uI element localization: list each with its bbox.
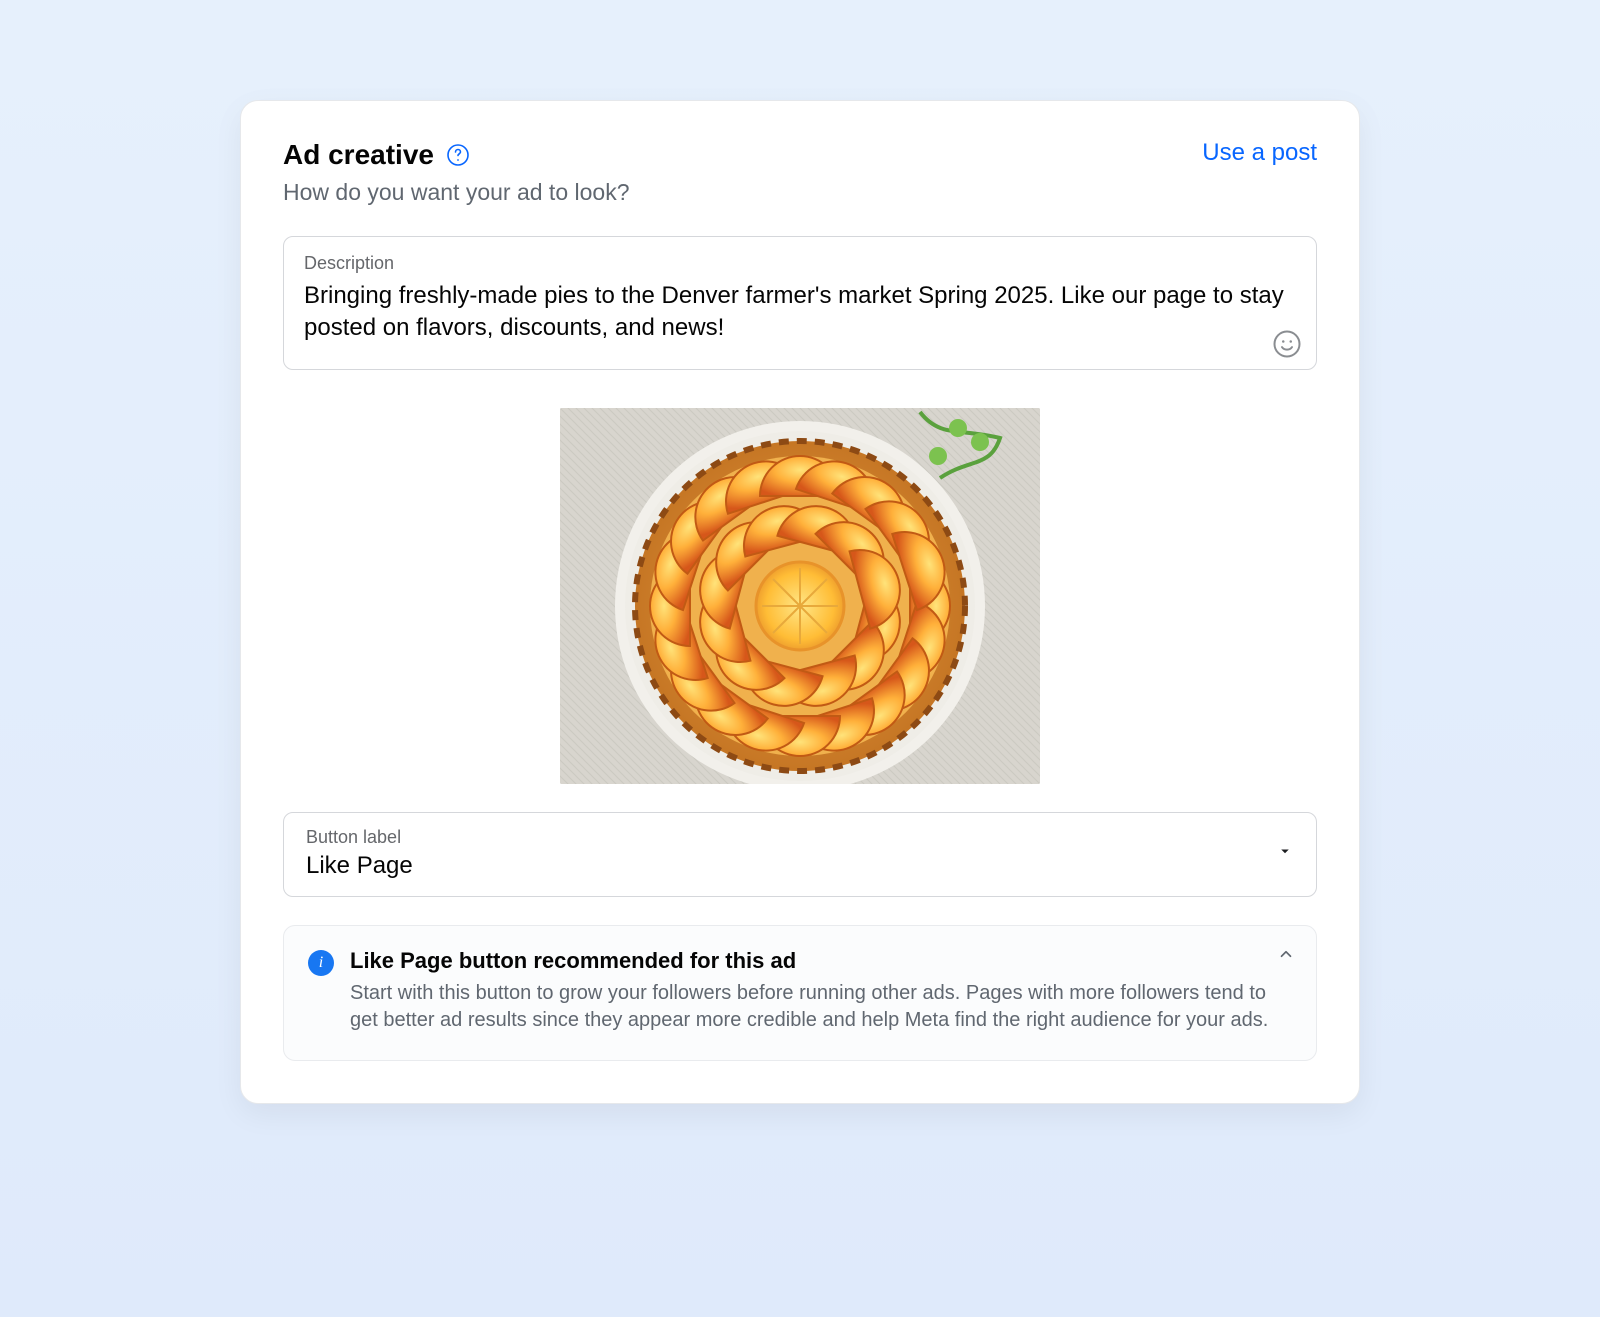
description-label: Description — [304, 253, 1296, 274]
description-field[interactable]: Description — [283, 236, 1317, 370]
info-description: Start with this button to grow your foll… — [350, 980, 1292, 1034]
card-header: Ad creative How do you want your ad to l… — [283, 139, 1317, 206]
title-row: Ad creative — [283, 139, 629, 171]
info-content: Like Page button recommended for this ad… — [350, 948, 1292, 1034]
title-block: Ad creative How do you want your ad to l… — [283, 139, 629, 206]
button-label-value: Like Page — [306, 852, 413, 880]
info-icon: i — [308, 950, 334, 976]
caret-down-icon — [1276, 842, 1294, 865]
help-icon[interactable] — [446, 143, 470, 167]
button-label-label: Button label — [306, 827, 413, 848]
select-left: Button label Like Page — [306, 827, 413, 880]
section-subtitle: How do you want your ad to look? — [283, 179, 629, 206]
description-input[interactable] — [304, 280, 1296, 350]
ad-creative-card: Ad creative How do you want your ad to l… — [240, 100, 1360, 1104]
button-label-select[interactable]: Button label Like Page — [283, 812, 1317, 897]
info-title: Like Page button recommended for this ad — [350, 948, 1292, 974]
emoji-icon[interactable] — [1272, 329, 1302, 359]
ad-image[interactable]: (function(){ var ns="http://www.w3.org/2… — [560, 408, 1040, 784]
chevron-up-icon[interactable] — [1274, 942, 1298, 966]
use-a-post-link[interactable]: Use a post — [1202, 139, 1317, 167]
section-title: Ad creative — [283, 139, 434, 171]
ad-image-wrap: (function(){ var ns="http://www.w3.org/2… — [283, 408, 1317, 784]
recommendation-box: i Like Page button recommended for this … — [283, 925, 1317, 1061]
